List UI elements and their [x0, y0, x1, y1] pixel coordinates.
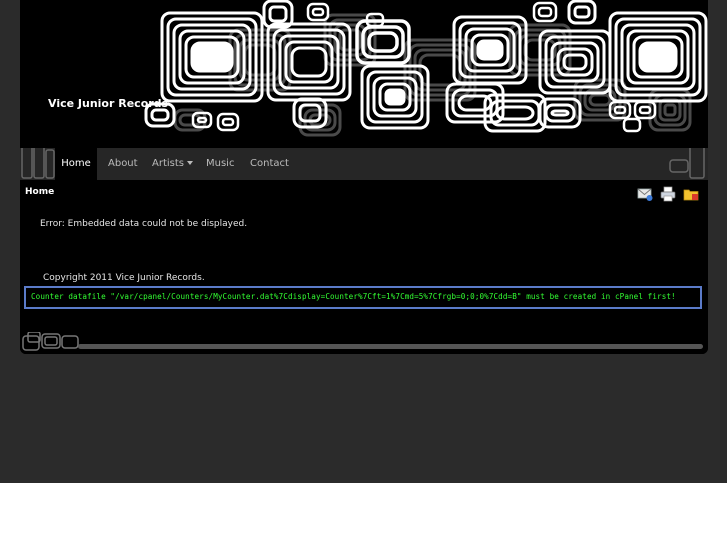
main-nav: Home About Artists Music Contact [20, 148, 708, 180]
main-content: Home Error: Embedded data could not be d… [20, 180, 708, 354]
nav-artists-label: Artists [152, 158, 184, 169]
nav-contact[interactable]: Contact [250, 148, 289, 180]
nav-artists[interactable]: Artists [152, 148, 193, 180]
nav-home[interactable]: Home [55, 148, 97, 180]
page-title: Home [25, 187, 55, 197]
copyright-text: Copyright 2011 Vice Junior Records. [43, 273, 205, 283]
site-header: Vice Junior Records [20, 0, 708, 148]
print-icon[interactable] [660, 186, 676, 202]
counter-error-text: Counter datafile "/var/cpanel/Counters/M… [31, 292, 676, 301]
pdf-folder-icon[interactable] [683, 186, 699, 202]
error-message: Error: Embedded data could not be displa… [40, 219, 248, 229]
article-actions [637, 186, 699, 202]
nav-about[interactable]: About [108, 148, 138, 180]
site-title[interactable]: Vice Junior Records [48, 97, 168, 110]
nav-music[interactable]: Music [206, 148, 234, 180]
email-icon[interactable] [637, 186, 653, 202]
site-container: Vice Junior Records Home About Artists M… [20, 0, 708, 354]
footer-bar [20, 331, 708, 354]
counter-error-box: Counter datafile "/var/cpanel/Counters/M… [24, 286, 702, 309]
horizontal-scrollbar[interactable] [78, 344, 703, 349]
header-art [144, 0, 708, 137]
footer-decoration [22, 331, 79, 351]
chevron-down-icon [187, 161, 193, 165]
